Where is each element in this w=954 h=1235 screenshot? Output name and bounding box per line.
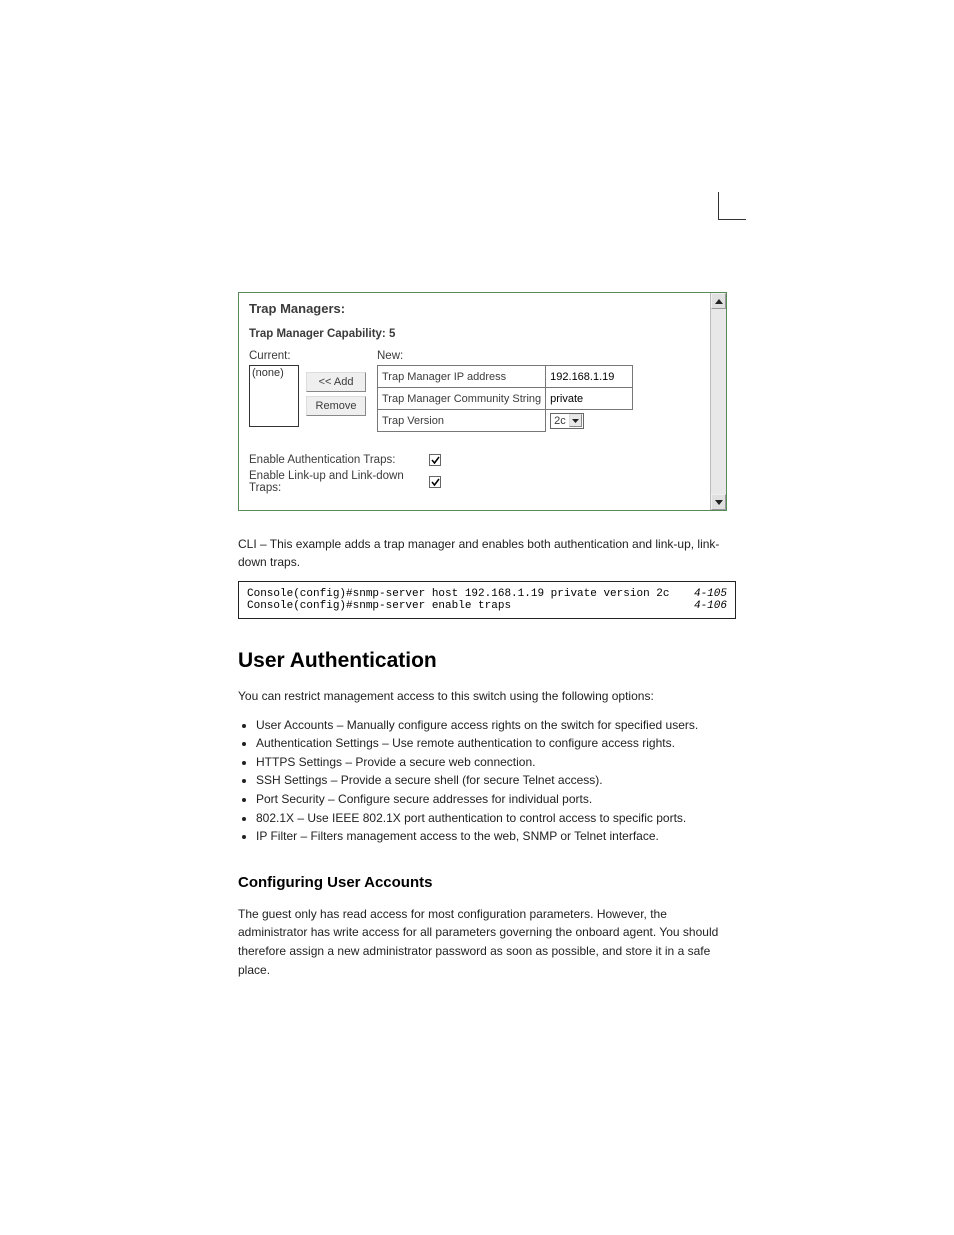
link-traps-label: Enable Link-up and Link-down Traps: [249,470,429,494]
panel-title: Trap Managers: [249,301,716,316]
current-label: Current: [249,350,299,362]
cli-box: Console(config)#snmp-server host 192.168… [238,581,736,619]
bullet-auth-settings: Authentication Settings – Use remote aut… [256,734,736,753]
heading-user-authentication: User Authentication [238,649,736,673]
trap-managers-panel: Trap Managers: Trap Manager Capability: … [238,292,727,511]
bullet-port-security: Port Security – Configure secure address… [256,790,736,809]
community-label: Trap Manager Community String [378,388,546,410]
version-value: 2c [554,415,566,427]
crop-mark [718,192,746,220]
cli-ref-2: 4-106 [684,600,727,612]
current-listbox[interactable]: (none) [249,365,299,427]
capability-label: Trap Manager Capability: 5 [249,328,716,340]
auth-traps-label: Enable Authentication Traps: [249,454,429,466]
scroll-up-icon[interactable] [711,293,726,309]
ip-input[interactable] [550,371,628,383]
new-label: New: [377,350,716,362]
new-fields-table: Trap Manager IP address Trap Manager Com… [377,365,633,432]
link-traps-checkbox[interactable] [429,476,441,488]
version-label: Trap Version [378,410,546,432]
add-button[interactable]: << Add [306,372,366,392]
config-accounts-paragraph: The guest only has read access for most … [238,905,736,979]
cli-line-1: Console(config)#snmp-server host 192.168… [247,588,669,600]
cli-ref-1: 4-105 [684,588,727,600]
bullet-8021x: 802.1X – Use IEEE 802.1X port authentica… [256,809,736,828]
remove-button[interactable]: Remove [306,396,366,416]
bullet-ssh: SSH Settings – Provide a secure shell (f… [256,771,736,790]
auth-traps-checkbox[interactable] [429,454,441,466]
ip-label: Trap Manager IP address [378,366,546,388]
bullet-ip-filter: IP Filter – Filters management access to… [256,827,736,846]
bullet-user-accounts: User Accounts – Manually configure acces… [256,716,736,735]
auth-intro-paragraph: You can restrict management access to th… [238,687,736,706]
chevron-down-icon [569,414,582,427]
version-select[interactable]: 2c [550,413,584,429]
cli-line-2: Console(config)#snmp-server enable traps [247,600,511,612]
scrollbar[interactable] [710,293,726,510]
cli-intro-text: CLI – This example adds a trap manager a… [238,535,736,571]
bullet-https: HTTPS Settings – Provide a secure web co… [256,753,736,772]
scroll-down-icon[interactable] [711,494,726,510]
heading-configuring-user-accounts: Configuring User Accounts [238,874,736,891]
community-input[interactable] [550,393,628,405]
